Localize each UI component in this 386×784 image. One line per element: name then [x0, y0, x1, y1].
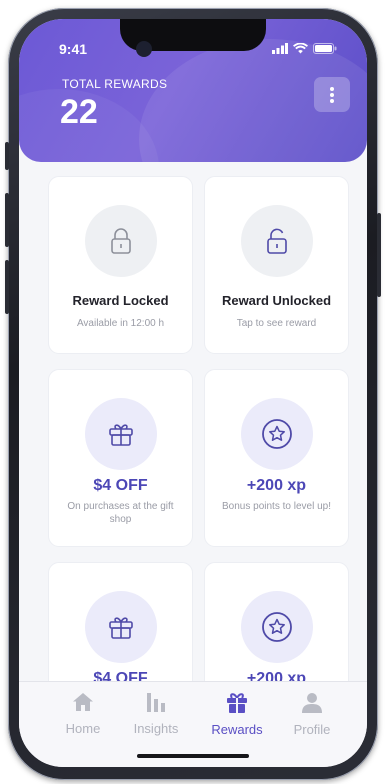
lock-icon-circle: [85, 205, 157, 277]
reward-card-xp[interactable]: +200 xp Bonus points to level up!: [204, 369, 349, 547]
tab-label: Insights: [133, 721, 179, 736]
more-menu-button[interactable]: [314, 77, 350, 112]
card-title: $4 OFF: [93, 477, 148, 494]
status-time: 9:41: [59, 41, 88, 57]
card-title: Reward Locked: [72, 293, 169, 308]
home-icon: [73, 693, 93, 711]
user-icon: [302, 693, 322, 713]
total-rewards-label: TOTAL REWARDS: [62, 77, 168, 91]
card-subtitle: Tap to see reward: [236, 318, 317, 329]
gift-icon-circle: [85, 398, 157, 470]
card-subtitle: Bonus points to level up!: [222, 501, 331, 512]
battery-icon: [313, 43, 337, 54]
home-indicator: [137, 754, 249, 758]
star-icon-circle: [241, 398, 313, 470]
tab-label: Profile: [293, 722, 331, 737]
star-icon: [262, 612, 292, 642]
rewards-grid: Reward Locked Available in 12:00 h Rewar…: [19, 162, 367, 682]
gift-icon: [109, 617, 133, 639]
volume-down-button: [5, 260, 9, 314]
reward-card-xp[interactable]: +200 xp: [204, 562, 349, 682]
card-title: Reward Unlocked: [221, 293, 332, 308]
reward-card-discount[interactable]: $4 OFF On purchases at the gift shop: [48, 369, 193, 547]
front-camera: [136, 41, 152, 57]
tab-insights[interactable]: Insights: [121, 692, 191, 736]
signal-icon: [272, 43, 288, 54]
gift-icon: [109, 424, 133, 446]
star-icon-circle: [241, 591, 313, 663]
unlock-icon-circle: [241, 205, 313, 277]
tab-profile[interactable]: Profile: [277, 692, 347, 737]
tab-rewards[interactable]: Rewards: [202, 692, 272, 737]
tab-label: Home: [65, 721, 101, 736]
mute-switch: [5, 142, 9, 170]
gift-icon: [227, 693, 247, 713]
tab-home[interactable]: Home: [48, 692, 118, 736]
app-screen: 9:41 TOTAL REWARDS 22 Reward Locked Avai…: [19, 19, 367, 767]
unlock-icon: [267, 228, 287, 254]
lock-icon: [111, 228, 131, 254]
volume-up-button: [5, 193, 9, 247]
reward-card-locked[interactable]: Reward Locked Available in 12:00 h: [48, 176, 193, 354]
card-title: +200 xp: [246, 477, 307, 494]
total-rewards-value: 22: [60, 93, 98, 131]
card-subtitle: Available in 12:00 h: [76, 318, 165, 329]
bar-chart-icon: [147, 693, 165, 712]
reward-card-discount[interactable]: $4 OFF: [48, 562, 193, 682]
power-button: [377, 213, 381, 297]
reward-card-unlocked[interactable]: Reward Unlocked Tap to see reward: [204, 176, 349, 354]
card-subtitle: On purchases at the gift shop: [67, 501, 174, 525]
tab-label: Rewards: [211, 722, 263, 737]
gift-icon-circle: [85, 591, 157, 663]
status-icons: [272, 43, 337, 54]
wifi-icon: [293, 43, 308, 54]
more-vertical-icon: [330, 86, 334, 103]
star-icon: [262, 419, 292, 449]
